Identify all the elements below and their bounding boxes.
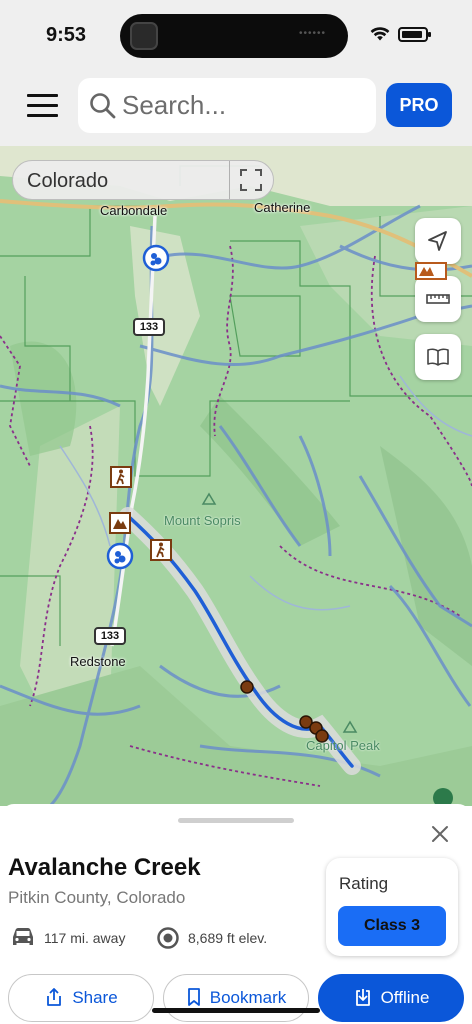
share-button[interactable]: Share [8, 974, 154, 1022]
share-icon [47, 988, 62, 1006]
locate-button[interactable] [415, 218, 461, 264]
peak-label-sopris: Mount Sopris [164, 513, 241, 528]
status-time: 9:53 [46, 24, 87, 46]
peak-label-capitol: Capitol Peak [306, 738, 380, 753]
elevation-text: 8,689 ft elev. [188, 930, 268, 946]
measure-button[interactable] [415, 276, 461, 322]
hiker-icon[interactable] [150, 539, 172, 561]
place-title: Avalanche Creek [8, 854, 201, 881]
search-icon [90, 93, 116, 119]
battery-icon [398, 27, 431, 42]
camera-icon [130, 22, 158, 50]
place-label-carbondale: Carbondale [100, 203, 168, 218]
fullscreen-icon[interactable] [239, 168, 263, 192]
distance-text: 117 mi. away [44, 930, 126, 946]
guide-button[interactable] [415, 334, 461, 380]
place-subtitle: Pitkin County, Colorado [8, 888, 186, 907]
bookmark-button[interactable]: Bookmark [163, 974, 309, 1022]
search-bar[interactable] [78, 78, 376, 133]
island-dots-icon: •••••• [298, 28, 326, 39]
road-shield-upper: 133 [133, 318, 165, 336]
sheet-grabber[interactable] [178, 818, 294, 823]
location-target-icon [157, 927, 179, 949]
bookmark-icon [187, 988, 200, 1006]
offline-button[interactable]: Offline [318, 974, 464, 1022]
close-icon[interactable] [428, 822, 452, 846]
share-label: Share [72, 988, 118, 1007]
pro-button[interactable]: PRO [386, 83, 452, 127]
app-header: PRO [0, 70, 472, 146]
offline-label: Offline [380, 988, 430, 1007]
road-shield-lower: 133 [94, 627, 126, 645]
rating-badge[interactable]: Class 3 [338, 906, 446, 946]
wifi-icon [370, 27, 390, 41]
download-icon [355, 989, 370, 1006]
book-icon [427, 348, 449, 366]
home-indicator [152, 1008, 320, 1013]
status-bar: 9:53 •••••• [0, 0, 472, 70]
hamburger-menu-icon[interactable] [27, 94, 59, 118]
region-label: Colorado [27, 170, 109, 192]
car-icon [13, 928, 33, 945]
navigation-arrow-icon [428, 231, 447, 251]
climbing-icon[interactable] [142, 244, 170, 272]
search-input[interactable] [122, 88, 362, 122]
map-view[interactable]: Colorado Carbondale Catherine Redstone M… [0, 146, 472, 806]
battery-level [402, 31, 422, 38]
rating-card: Rating Class 3 [326, 858, 458, 956]
place-label-catherine: Catherine [254, 200, 311, 215]
ruler-icon [426, 294, 450, 304]
divider [229, 161, 230, 199]
hiker-icon[interactable] [110, 466, 132, 488]
region-selector[interactable]: Colorado [12, 160, 274, 200]
climbing-icon[interactable] [106, 542, 134, 570]
place-label-redstone: Redstone [70, 654, 126, 669]
camp-icon[interactable] [109, 512, 131, 534]
rv-park-icon[interactable] [415, 262, 447, 280]
bookmark-label: Bookmark [209, 988, 287, 1007]
topo-map [0, 146, 472, 806]
dynamic-island: •••••• [120, 14, 348, 58]
rating-title: Rating [339, 874, 389, 893]
place-details-sheet[interactable]: Avalanche Creek Pitkin County, Colorado … [0, 804, 472, 1024]
